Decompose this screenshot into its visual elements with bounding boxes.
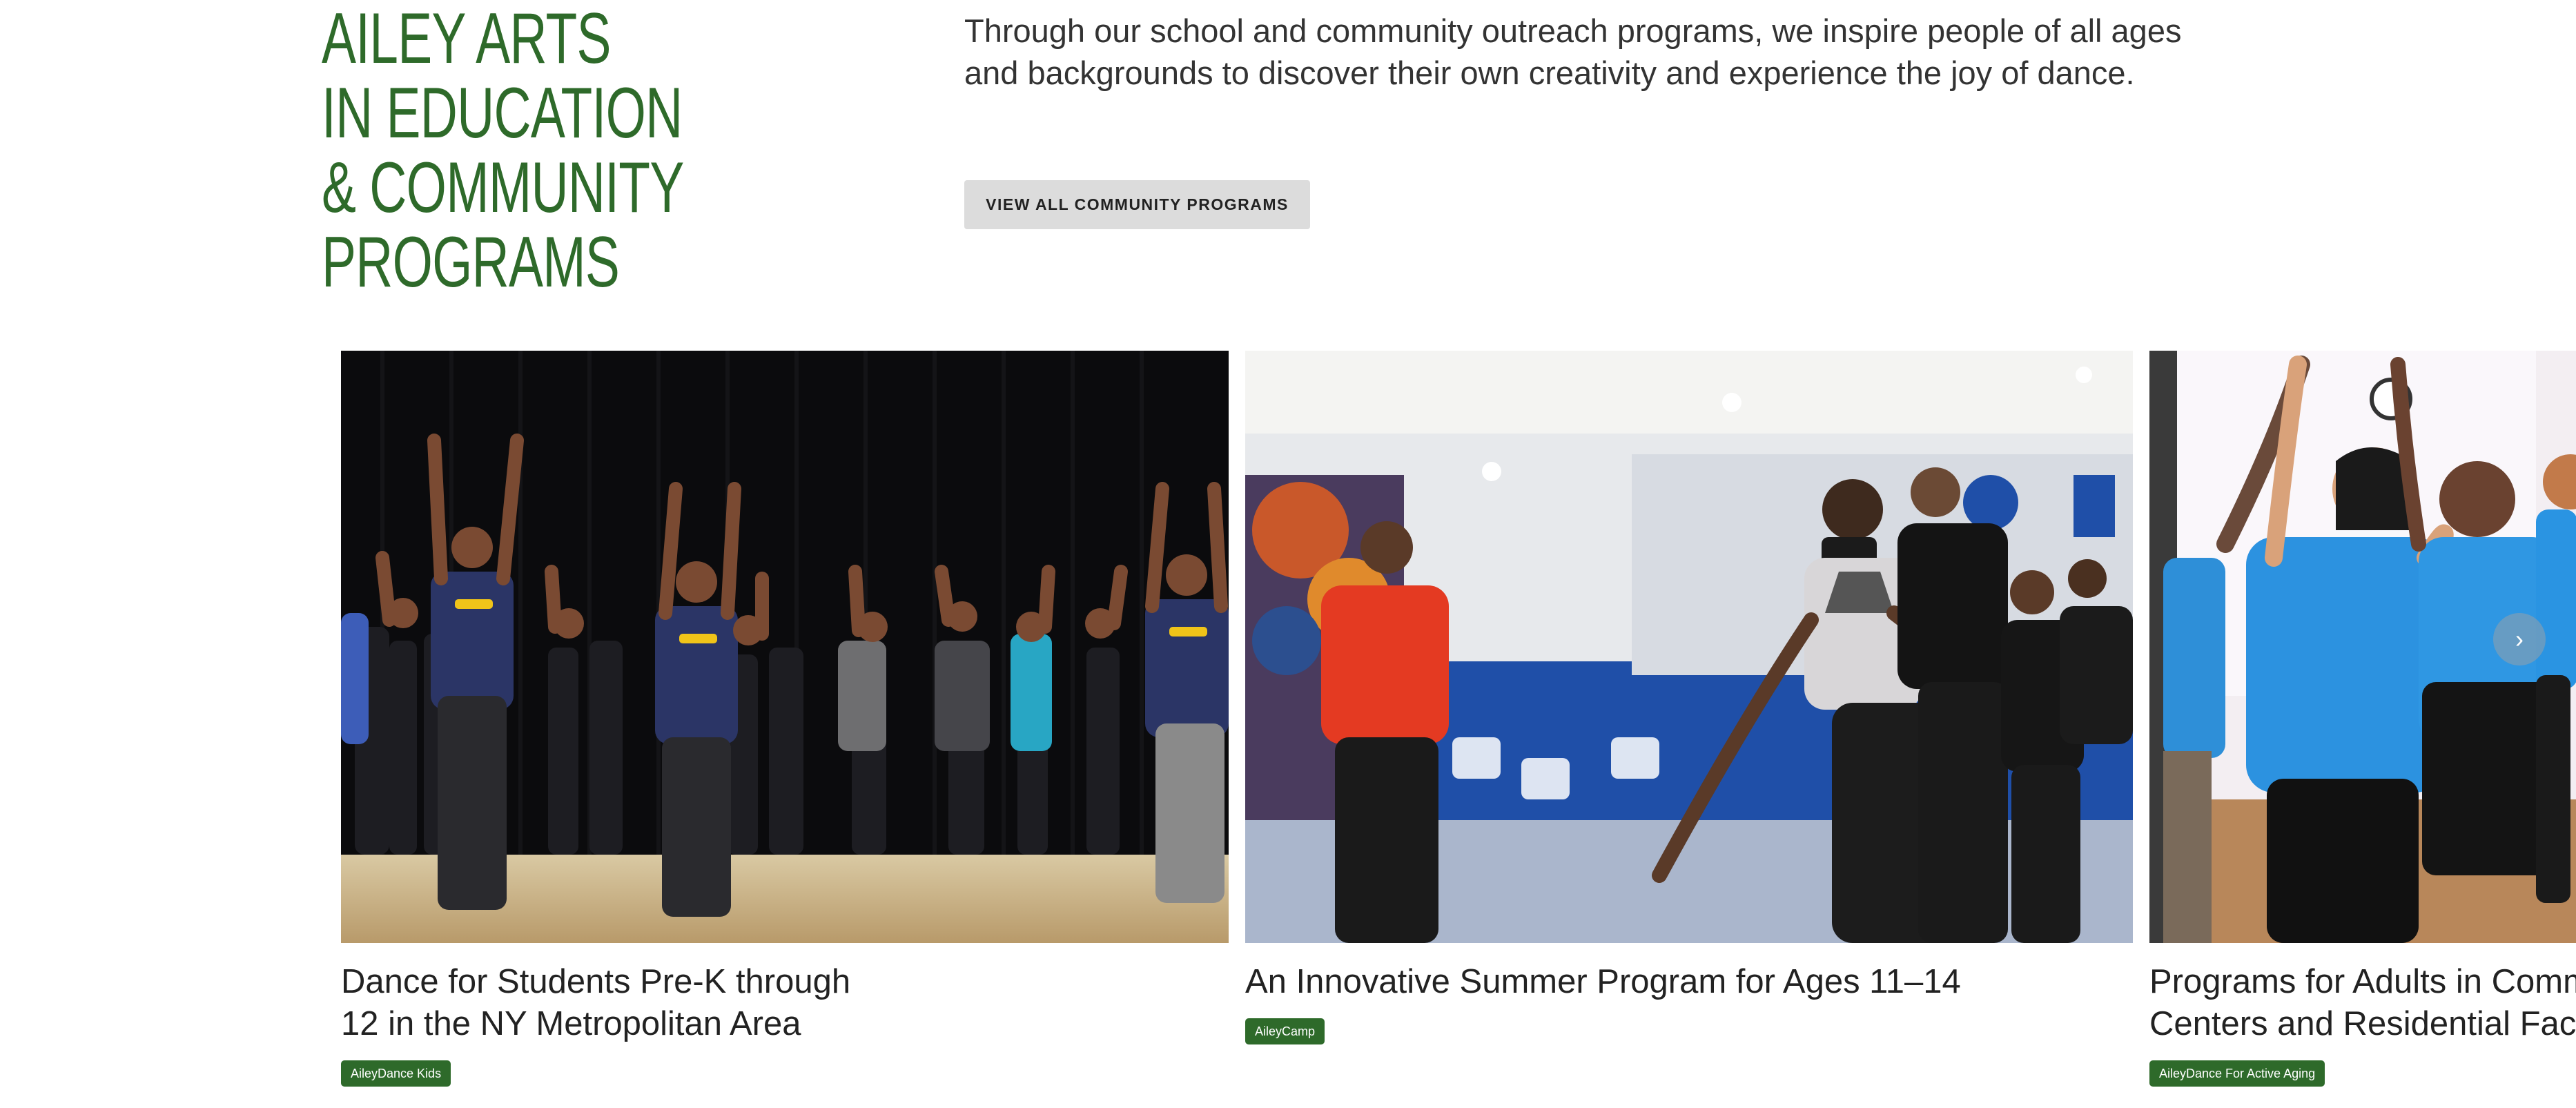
- section-heading-line: IN EDUCATION: [322, 73, 683, 153]
- stage-dancers-photo: [341, 351, 1229, 943]
- intro-line: and backgrounds to discover their own cr…: [964, 55, 2135, 91]
- program-card-title[interactable]: Programs for Adults in Comm Centers and …: [2149, 961, 2576, 1045]
- program-card-title[interactable]: An Innovative Summer Program for Ages 11…: [1245, 961, 2133, 1003]
- program-card[interactable]: An Innovative Summer Program for Ages 11…: [1245, 351, 2133, 1044]
- program-tag[interactable]: AileyCamp: [1245, 1018, 1325, 1044]
- summer-camp-dancers-photo: [1245, 351, 2133, 943]
- program-card[interactable]: Dance for Students Pre-K through 12 in t…: [341, 351, 1229, 1087]
- program-card-title-line: An Innovative Summer Program for Ages 11…: [1245, 963, 1961, 1000]
- program-card[interactable]: Programs for Adults in Comm Centers and …: [2149, 351, 2576, 1087]
- view-all-programs-button[interactable]: VIEW ALL COMMUNITY PROGRAMS: [964, 180, 1310, 229]
- section-heading-line: PROGRAMS: [322, 222, 620, 302]
- program-card-title-line: Programs for Adults in Comm: [2149, 963, 2576, 1000]
- community-programs-section: AILEY ARTS IN EDUCATION & COMMUNITY PROG…: [0, 0, 2576, 1108]
- intro-line: Through our school and community outreac…: [964, 12, 2182, 49]
- program-card-title-line: Centers and Residential Facil: [2149, 1005, 2576, 1042]
- section-heading-line: & COMMUNITY: [322, 148, 684, 228]
- carousel-next-button[interactable]: ›: [2493, 613, 2546, 665]
- program-card-title-line: 12 in the NY Metropolitan Area: [341, 1005, 801, 1042]
- program-card-title[interactable]: Dance for Students Pre-K through 12 in t…: [341, 961, 1229, 1045]
- section-heading: AILEY ARTS IN EDUCATION & COMMUNITY PROG…: [322, 1, 684, 300]
- program-card-title-line: Dance for Students Pre-K through: [341, 963, 851, 1000]
- program-photo[interactable]: [1245, 351, 2133, 943]
- chevron-right-icon: ›: [2515, 625, 2524, 653]
- program-tag[interactable]: AileyDance For Active Aging: [2149, 1060, 2325, 1087]
- program-tag[interactable]: AileyDance Kids: [341, 1060, 451, 1087]
- program-photo[interactable]: [341, 351, 1229, 943]
- section-intro: Through our school and community outreac…: [964, 10, 2221, 94]
- section-heading-line: AILEY ARTS: [322, 0, 611, 79]
